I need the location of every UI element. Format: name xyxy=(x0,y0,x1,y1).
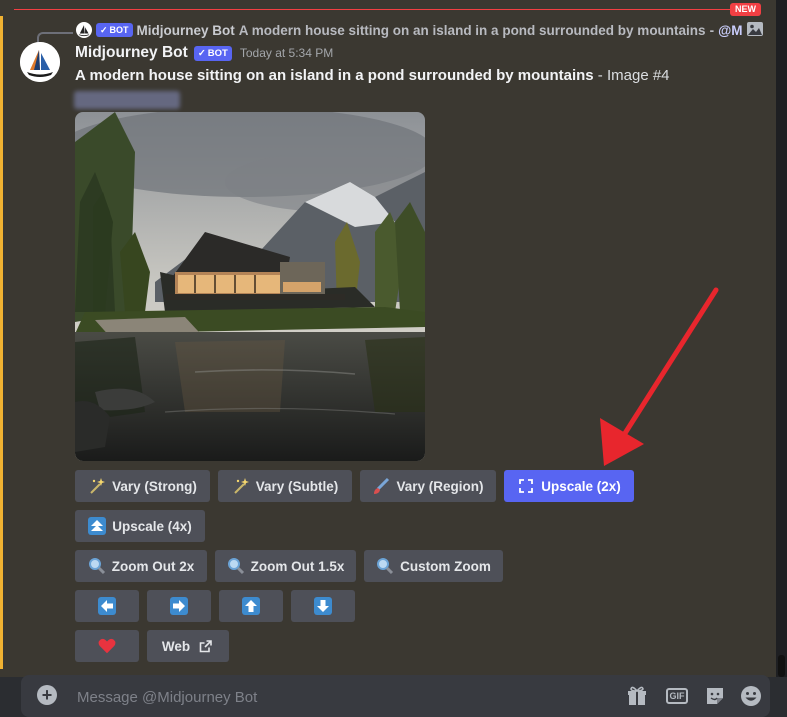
pan-up-button[interactable] xyxy=(219,590,283,622)
reply-username[interactable]: Midjourney Bot xyxy=(137,23,235,38)
external-link-icon xyxy=(196,637,214,655)
vary-region-label: Vary (Region) xyxy=(396,478,484,494)
reply-avatar xyxy=(76,22,92,38)
paintbrush-icon xyxy=(372,477,390,495)
mention-highlight-bar xyxy=(0,16,3,669)
pan-right-button[interactable] xyxy=(147,590,211,622)
heart-icon xyxy=(98,637,116,655)
midjourney-logo-icon xyxy=(20,42,60,82)
web-link-button[interactable]: Web xyxy=(147,630,229,662)
upscale-2x-button[interactable]: Upscale (2x) xyxy=(504,470,634,502)
arrow-right-icon xyxy=(170,597,188,615)
vary-region-button[interactable]: Vary (Region) xyxy=(360,470,496,502)
prompt-text: A modern house sitting on an island in a… xyxy=(75,67,594,84)
image-icon xyxy=(746,21,764,40)
timestamp: Today at 5:34 PM xyxy=(239,46,334,60)
scrollbar-thumb[interactable] xyxy=(778,655,785,677)
upscale-4x-button[interactable]: Upscale (4x) xyxy=(75,510,205,542)
new-messages-divider xyxy=(14,9,732,10)
reply-suffix: - xyxy=(709,22,715,38)
zoom-out-2x-button[interactable]: Zoom Out 2x xyxy=(75,550,207,582)
pan-down-button[interactable] xyxy=(291,590,355,622)
reply-text: A modern house sitting on an island in a… xyxy=(238,22,706,38)
sticker-icon[interactable] xyxy=(703,684,727,708)
emoji-icon[interactable] xyxy=(739,684,763,708)
username[interactable]: Midjourney Bot xyxy=(75,44,188,62)
gift-icon[interactable] xyxy=(625,684,649,708)
message-input[interactable] xyxy=(75,685,579,709)
message-composer: + GIF xyxy=(21,675,770,717)
custom-zoom-button[interactable]: Custom Zoom xyxy=(364,550,503,582)
upscale-4x-label: Upscale (4x) xyxy=(112,518,192,534)
vary-subtle-label: Vary (Subtle) xyxy=(255,478,339,494)
sparkles-icon xyxy=(88,477,106,495)
reply-mention: @M xyxy=(718,22,743,38)
reply-preview[interactable]: ✓ BOT Midjourney Bot A modern house sitt… xyxy=(76,21,764,39)
upscale-2x-label: Upscale (2x) xyxy=(541,478,621,494)
magnifier-icon xyxy=(88,557,106,575)
vary-strong-button[interactable]: Vary (Strong) xyxy=(75,470,210,502)
generated-image[interactable] xyxy=(75,112,425,461)
gif-button-label: GIF xyxy=(666,688,688,704)
reply-bot-tag: ✓ BOT xyxy=(96,23,133,37)
web-label: Web xyxy=(161,638,191,654)
pan-left-button[interactable] xyxy=(75,590,139,622)
zoom-out-1-5x-label: Zoom Out 1.5x xyxy=(250,558,345,574)
sparkles-icon xyxy=(232,477,250,495)
arrow-down-icon xyxy=(314,597,332,615)
message-content: A modern house sitting on an island in a… xyxy=(75,67,670,84)
up-double-icon xyxy=(88,517,107,535)
zoom-out-2x-label: Zoom Out 2x xyxy=(111,558,195,574)
message-header: Midjourney Bot ✓ BOT Today at 5:34 PM xyxy=(75,44,333,62)
scrollbar-track[interactable] xyxy=(776,0,787,717)
vary-strong-label: Vary (Strong) xyxy=(112,478,197,494)
arrow-left-icon xyxy=(98,597,116,615)
gif-icon[interactable]: GIF xyxy=(665,684,689,708)
annotation-arrow xyxy=(600,287,719,466)
new-badge: NEW xyxy=(730,3,761,16)
zoom-out-1-5x-button[interactable]: Zoom Out 1.5x xyxy=(215,550,356,582)
magnifier-icon xyxy=(376,557,394,575)
image-label: - Image #4 xyxy=(593,67,670,84)
arrow-up-icon xyxy=(242,597,260,615)
custom-zoom-label: Custom Zoom xyxy=(400,558,491,574)
avatar[interactable] xyxy=(20,42,60,82)
bot-tag: ✓ BOT xyxy=(193,45,232,61)
plus-circle-icon[interactable]: + xyxy=(37,685,57,705)
blurred-mention xyxy=(74,91,180,109)
vary-subtle-button[interactable]: Vary (Subtle) xyxy=(218,470,352,502)
expand-icon xyxy=(517,477,535,495)
magnifier-icon xyxy=(227,557,245,575)
favorite-button[interactable] xyxy=(75,630,139,662)
